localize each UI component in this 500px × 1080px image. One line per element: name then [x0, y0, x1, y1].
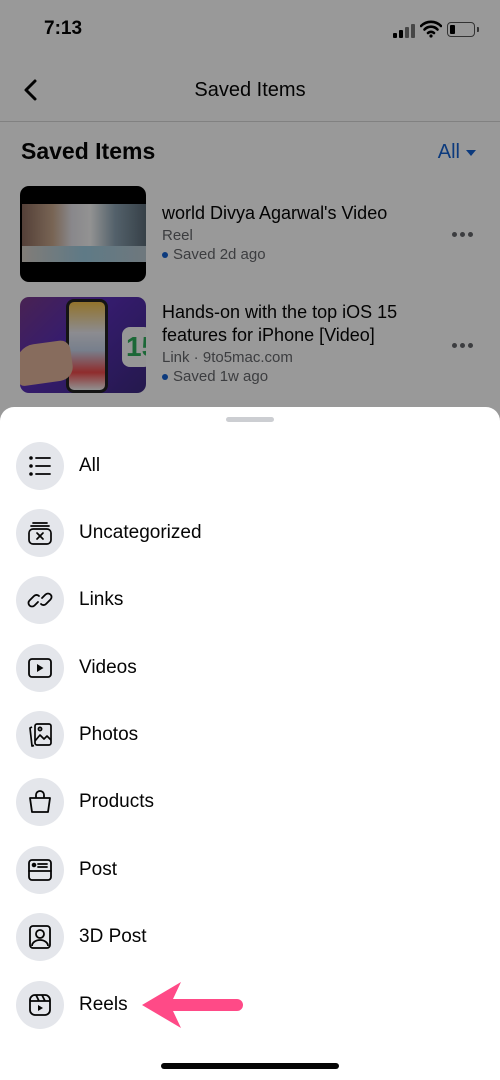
shopping-bag-icon	[16, 778, 64, 826]
menu-label: All	[79, 455, 101, 476]
menu-item-links[interactable]: Links	[16, 575, 484, 625]
home-indicator[interactable]	[161, 1063, 339, 1069]
menu-label: Post	[79, 859, 118, 880]
menu-item-products[interactable]: Products	[16, 777, 484, 827]
menu-label: Uncategorized	[79, 522, 202, 543]
link-icon	[16, 576, 64, 624]
menu-item-uncategorized[interactable]: Uncategorized	[16, 508, 484, 558]
photos-icon	[16, 711, 64, 759]
menu-label: Reels	[79, 994, 128, 1015]
menu-item-3d-post[interactable]: 3D Post	[16, 912, 484, 962]
menu-item-reels[interactable]: Reels	[16, 980, 484, 1030]
menu-item-post[interactable]: Post	[16, 845, 484, 895]
annotation-arrow-icon	[142, 982, 243, 1028]
menu-label: Videos	[79, 657, 137, 678]
menu-item-photos[interactable]: Photos	[16, 710, 484, 760]
menu-label: Products	[79, 791, 154, 812]
menu-label: 3D Post	[79, 926, 147, 947]
list-icon	[16, 442, 64, 490]
menu-item-videos[interactable]: Videos	[16, 643, 484, 693]
reels-icon	[16, 981, 64, 1029]
video-play-icon	[16, 644, 64, 692]
menu-label: Photos	[79, 724, 139, 745]
menu-label: Links	[79, 589, 124, 610]
3d-post-icon	[16, 913, 64, 961]
uncategorized-box-icon	[16, 509, 64, 557]
menu-item-all[interactable]: All	[16, 441, 484, 491]
sheet-grabber[interactable]	[226, 417, 274, 422]
post-icon	[16, 846, 64, 894]
